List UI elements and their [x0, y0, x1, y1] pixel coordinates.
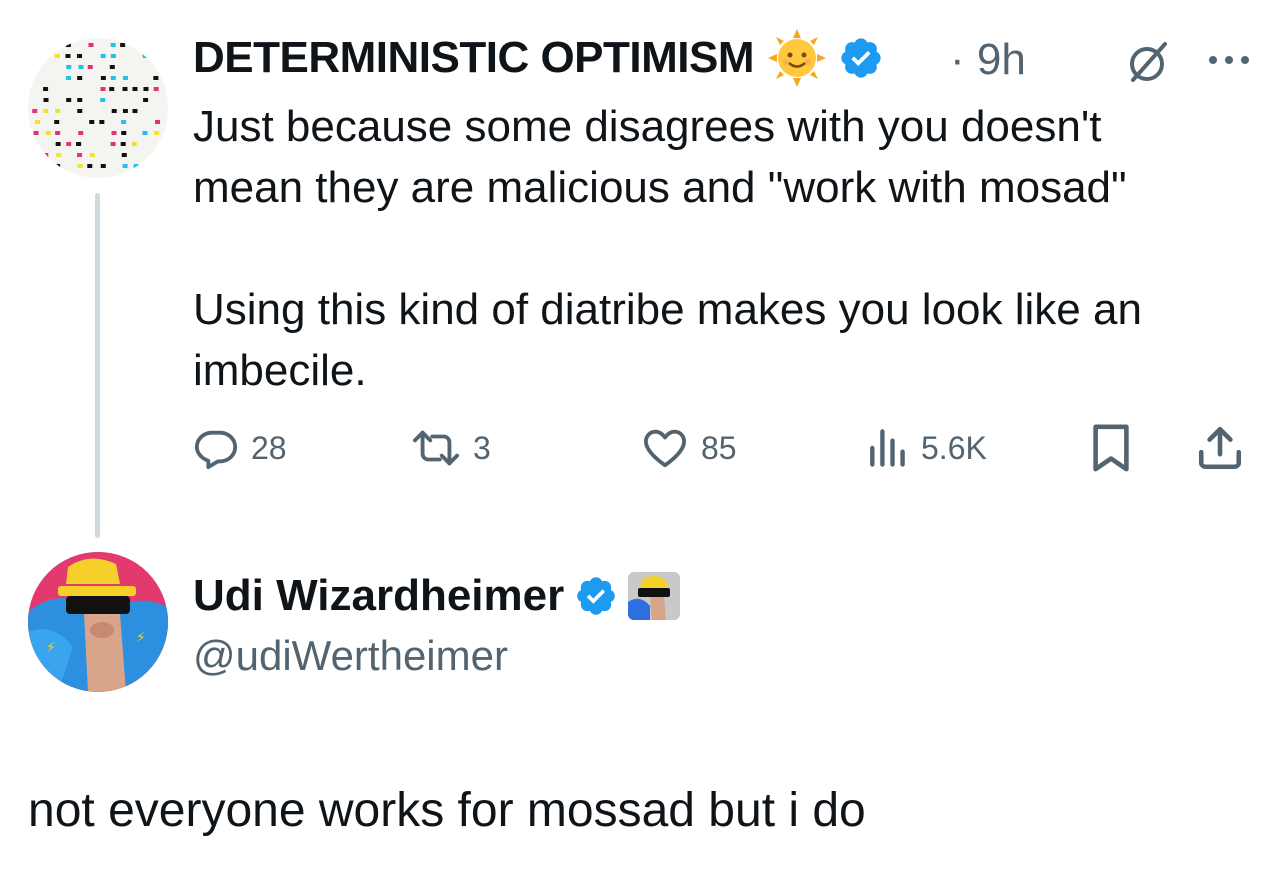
more-options-icon[interactable] — [1205, 48, 1253, 72]
repost-button[interactable]: 3 — [411, 420, 491, 476]
avatar-deterministic-optimism[interactable] — [28, 38, 168, 178]
view-count: 5.6K — [921, 429, 987, 466]
reply-icon — [194, 430, 238, 470]
tweet1-timestamp[interactable]: · 9h — [950, 30, 1026, 90]
like-count: 85 — [701, 429, 737, 466]
avatar-pattern — [32, 43, 161, 168]
grok-icon[interactable] — [1125, 38, 1173, 86]
share-button[interactable] — [1195, 420, 1257, 476]
avatar-illustration: ⚡ ⚡ — [28, 552, 168, 692]
tweet1-text-line3: Using this kind of diatribe makes you lo… — [193, 285, 1142, 334]
analytics-icon — [870, 429, 905, 467]
heart-icon — [644, 429, 686, 468]
tweet1-text-line1: Just because some disagrees with you doe… — [193, 102, 1102, 151]
reply-count: 28 — [251, 429, 287, 466]
tweet1-text: Just because some disagrees with you doe… — [193, 96, 1253, 401]
avatar-udi-wizardheimer[interactable]: ⚡ ⚡ — [28, 552, 168, 692]
thread-connector-line — [95, 193, 100, 538]
svg-text:⚡: ⚡ — [136, 630, 146, 646]
repost-icon — [412, 430, 459, 466]
tweet1-author-row: DETERMINISTIC OPTIMISM — [193, 28, 884, 88]
affiliate-badge-icon[interactable] — [628, 572, 681, 620]
sun-face-icon — [768, 29, 826, 87]
tweet2-text: not everyone works for mossad but i do — [28, 784, 866, 837]
verified-badge-icon[interactable] — [574, 574, 618, 618]
share-icon — [1198, 426, 1242, 470]
tweet2-handle[interactable]: @udiWertheimer — [193, 628, 508, 684]
tweet1-action-bar: 28 3 85 5.6K — [193, 420, 1253, 476]
tweet1-text-line4: imbecile. — [193, 346, 367, 395]
views-button[interactable]: 5.6K — [865, 420, 987, 476]
tweet1-display-name[interactable]: DETERMINISTIC OPTIMISM — [193, 28, 755, 88]
repost-count: 3 — [473, 429, 491, 466]
like-button[interactable]: 85 — [641, 420, 737, 476]
bookmark-icon — [1093, 424, 1129, 472]
svg-text:⚡: ⚡ — [46, 640, 56, 656]
tweet2-author-row: Udi Wizardheimer — [193, 568, 681, 624]
verified-badge-icon[interactable] — [838, 35, 884, 81]
tweet1-text-line2: mean they are malicious and "work with m… — [193, 163, 1127, 212]
bookmark-button[interactable] — [1089, 420, 1145, 476]
tweet2-display-name[interactable]: Udi Wizardheimer — [193, 568, 564, 624]
reply-button[interactable]: 28 — [193, 420, 287, 476]
